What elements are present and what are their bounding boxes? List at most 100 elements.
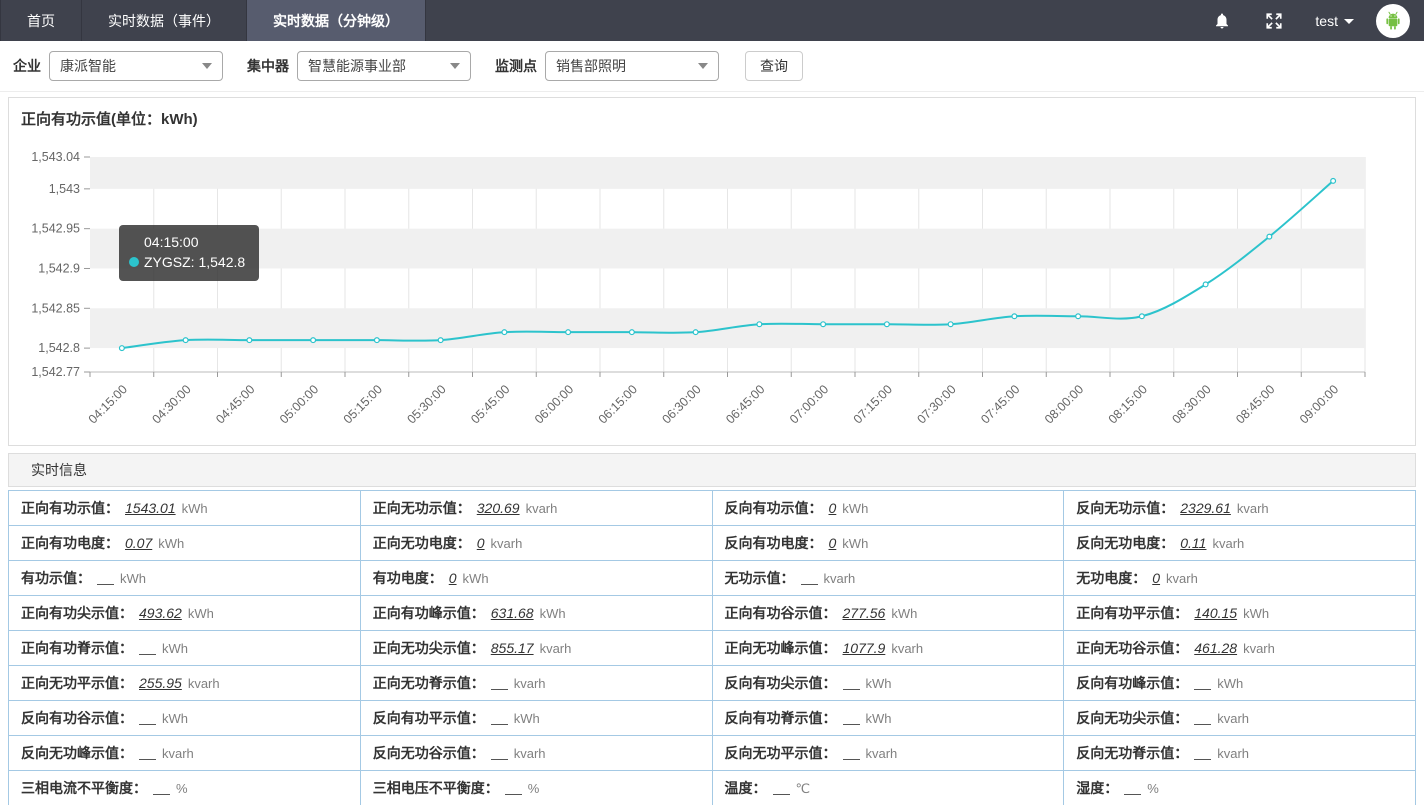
metric-unit: kWh <box>866 711 892 726</box>
metric-unit: kvarh <box>491 536 523 551</box>
metric-unit: kvarh <box>514 676 546 691</box>
realtime-header: 实时信息 <box>8 453 1416 487</box>
data-point[interactable] <box>374 338 379 343</box>
data-point[interactable] <box>1012 314 1017 319</box>
metric-cell: 正向无功谷示值：461.28kvarh <box>1064 631 1416 666</box>
metric-cell: 反向有功峰示值：kWh <box>1064 666 1416 701</box>
metric-value <box>843 677 860 690</box>
chevron-down-icon <box>202 63 212 69</box>
metric-value <box>491 677 508 690</box>
user-menu[interactable]: test <box>1315 13 1354 29</box>
select-value: 销售部照明 <box>556 56 626 76</box>
metric-unit: kWh <box>463 571 489 586</box>
metric-unit: kvarh <box>1243 641 1275 656</box>
avatar[interactable] <box>1376 4 1410 38</box>
data-point[interactable] <box>311 338 316 343</box>
metric-cell: 三相电流不平衡度：% <box>9 771 361 805</box>
realtime-table: 正向有功示值：1543.01kWh正向无功示值：320.69kvarh反向有功示… <box>8 490 1416 805</box>
table-row: 正向有功尖示值：493.62kWh正向有功峰示值：631.68kWh正向有功谷示… <box>9 596 1416 631</box>
metric-cell: 无功电度：0kvarh <box>1064 561 1416 596</box>
top-navbar: 首页实时数据（事件）实时数据（分钟级） test <box>0 0 1424 41</box>
metric-value: 1077.9 <box>843 640 886 656</box>
metric-cell: 正向有功示值：1543.01kWh <box>9 491 361 526</box>
metric-label: 正向无功电度： <box>373 535 471 551</box>
table-row: 正向有功脊示值：kWh正向无功尖示值：855.17kvarh正向无功峰示值：10… <box>9 631 1416 666</box>
filter-bar: 企业康派智能集中器智慧能源事业部监测点销售部照明查询 <box>0 41 1424 92</box>
chart-panel: 正向有功示值(单位：kWh) 1,542.771,542.81,542.851,… <box>8 97 1416 446</box>
metric-value: 277.56 <box>843 605 886 621</box>
filter-select-0[interactable]: 康派智能 <box>49 51 223 81</box>
data-point[interactable] <box>183 338 188 343</box>
metric-cell: 湿度：% <box>1064 771 1416 805</box>
data-point[interactable] <box>1139 314 1144 319</box>
metric-cell: 反向有功脊示值：kWh <box>712 701 1064 736</box>
x-axis-label: 04:45:00 <box>213 382 257 426</box>
bell-icon[interactable] <box>1211 10 1233 32</box>
x-axis-label: 04:30:00 <box>149 382 193 426</box>
nav-tab-1[interactable]: 实时数据（事件） <box>82 0 247 41</box>
data-point[interactable] <box>247 338 252 343</box>
data-point[interactable] <box>119 346 124 351</box>
metric-unit: kWh <box>866 676 892 691</box>
line-chart[interactable]: 1,542.771,542.81,542.851,542.91,542.951,… <box>9 98 1415 445</box>
data-point[interactable] <box>1267 234 1272 239</box>
data-point[interactable] <box>1331 178 1336 183</box>
metric-cell: 反向无功平示值：kvarh <box>712 736 1064 771</box>
table-row: 正向有功示值：1543.01kWh正向无功示值：320.69kvarh反向有功示… <box>9 491 1416 526</box>
select-value: 智慧能源事业部 <box>308 56 406 76</box>
metric-label: 三相电流不平衡度： <box>21 780 147 796</box>
metric-label: 正向有功平示值： <box>1076 605 1188 621</box>
metric-unit: kvarh <box>188 676 220 691</box>
data-point[interactable] <box>629 330 634 335</box>
x-axis-label: 07:30:00 <box>914 382 958 426</box>
metric-cell: 正向无功示值：320.69kvarh <box>360 491 712 526</box>
data-point[interactable] <box>757 322 762 327</box>
x-axis-label: 06:45:00 <box>723 382 767 426</box>
metric-value: 0 <box>1152 570 1160 586</box>
nav-tab-2[interactable]: 实时数据（分钟级） <box>247 0 426 41</box>
fullscreen-icon[interactable] <box>1263 10 1285 32</box>
metric-cell: 正向无功电度：0kvarh <box>360 526 712 561</box>
table-row: 正向有功电度：0.07kWh正向无功电度：0kvarh反向有功电度：0kWh反向… <box>9 526 1416 561</box>
metric-label: 温度： <box>725 780 767 796</box>
metric-label: 正向有功电度： <box>21 535 119 551</box>
x-axis-label: 06:30:00 <box>659 382 703 426</box>
metric-value: 140.15 <box>1194 605 1237 621</box>
metric-unit: ℃ <box>796 781 811 796</box>
metric-value: 255.95 <box>139 675 182 691</box>
realtime-panel: 实时信息 正向有功示值：1543.01kWh正向无功示值：320.69kvarh… <box>8 453 1416 805</box>
metric-cell: 反向有功电度：0kWh <box>712 526 1064 561</box>
metric-unit: % <box>176 781 188 796</box>
filter-label-2: 监测点 <box>495 56 537 76</box>
data-point[interactable] <box>566 330 571 335</box>
metric-value: 493.62 <box>139 605 182 621</box>
metric-label: 有功电度： <box>373 570 443 586</box>
metric-label: 正向无功脊示值： <box>373 675 485 691</box>
metric-unit: kWh <box>891 606 917 621</box>
x-axis-label: 08:30:00 <box>1169 382 1213 426</box>
data-point[interactable] <box>693 330 698 335</box>
metric-value <box>773 782 790 795</box>
metric-value <box>1124 782 1141 795</box>
data-point[interactable] <box>1076 314 1081 319</box>
data-point[interactable] <box>821 322 826 327</box>
metric-unit: kvarh <box>162 746 194 761</box>
data-point[interactable] <box>438 338 443 343</box>
metric-label: 反向有功峰示值： <box>1076 675 1188 691</box>
query-button[interactable]: 查询 <box>745 51 803 81</box>
select-value: 康派智能 <box>60 56 116 76</box>
metric-cell: 有功电度：0kWh <box>360 561 712 596</box>
y-axis-label: 1,542.8 <box>38 341 80 355</box>
metric-value: 2329.61 <box>1180 500 1231 516</box>
data-point[interactable] <box>1203 282 1208 287</box>
metric-unit: kvarh <box>1166 571 1198 586</box>
data-point[interactable] <box>502 330 507 335</box>
data-point[interactable] <box>948 322 953 327</box>
data-point[interactable] <box>884 322 889 327</box>
nav-tab-0[interactable]: 首页 <box>0 0 82 41</box>
filter-select-1[interactable]: 智慧能源事业部 <box>297 51 471 81</box>
x-axis-label: 09:00:00 <box>1297 382 1341 426</box>
filter-select-2[interactable]: 销售部照明 <box>545 51 719 81</box>
x-axis-label: 05:15:00 <box>341 382 385 426</box>
x-axis-label: 07:45:00 <box>978 382 1022 426</box>
